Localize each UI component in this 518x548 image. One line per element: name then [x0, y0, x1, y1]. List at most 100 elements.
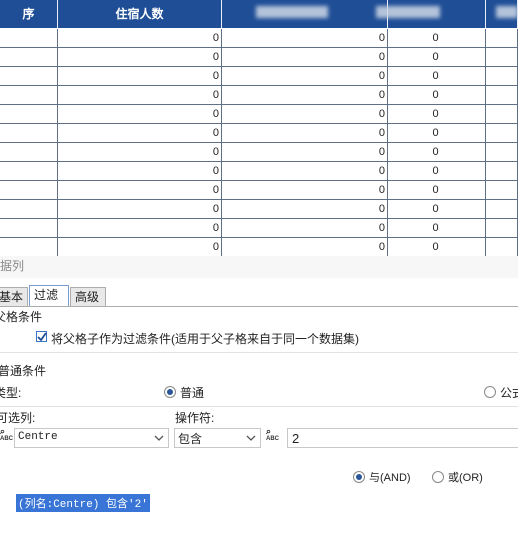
table-cell-col0[interactable]	[0, 124, 58, 142]
table-cell-lodging-count[interactable]: 0	[58, 181, 222, 199]
table-row: 000	[0, 105, 518, 124]
value-input-text: 2	[292, 431, 300, 446]
tab-advanced[interactable]: 高级	[70, 287, 106, 306]
table-cell-lodging-count[interactable]: 0	[58, 219, 222, 237]
type-label: 类型:	[0, 386, 22, 400]
table-cell-col3[interactable]: 0	[388, 29, 486, 47]
panel-title: 据列	[0, 259, 25, 273]
table-cell-col4[interactable]	[486, 162, 518, 180]
filter-panel: 据列 基本 过滤 高级 父格条件 将父格子作为过滤条件(适用于父子格来自于同一个…	[0, 256, 518, 548]
table-cell-col2[interactable]: 0	[222, 48, 388, 66]
table-row: 000	[0, 219, 518, 238]
table-cell-lodging-count[interactable]: 0	[58, 200, 222, 218]
column-select-value: Centre	[18, 431, 58, 443]
tab-divider	[0, 306, 518, 307]
table-cell-col2[interactable]: 0	[222, 162, 388, 180]
table-cell-col4[interactable]	[486, 105, 518, 123]
logic-radio-and-label: 与(AND)	[369, 472, 411, 484]
header-cell-col0[interactable]: 序	[0, 0, 58, 28]
table-cell-col2[interactable]: 0	[222, 200, 388, 218]
condition-expression[interactable]: (列名:Centre) 包含'2'	[16, 494, 150, 512]
table-cell-col0[interactable]	[0, 105, 58, 123]
tab-filter[interactable]: 过滤	[29, 285, 69, 307]
table-row: 000	[0, 143, 518, 162]
table-cell-col3[interactable]: 0	[388, 48, 486, 66]
table-cell-col3[interactable]: 0	[388, 67, 486, 85]
table-cell-col3[interactable]: 0	[388, 200, 486, 218]
table-cell-col0[interactable]	[0, 86, 58, 104]
normal-section-title: 普通条件	[0, 364, 47, 378]
table-cell-col0[interactable]	[0, 29, 58, 47]
logic-radio-or[interactable]	[432, 471, 444, 483]
table-cell-col3[interactable]: 0	[388, 162, 486, 180]
redacted-header	[376, 6, 440, 18]
table-cell-col2[interactable]: 0	[222, 181, 388, 199]
table-cell-col0[interactable]	[0, 200, 58, 218]
table-cell-lodging-count[interactable]: 0	[58, 29, 222, 47]
type-radio-formula[interactable]	[484, 386, 496, 398]
separator	[0, 352, 518, 353]
table-cell-col3[interactable]: 0	[388, 105, 486, 123]
table-cell-col0[interactable]	[0, 48, 58, 66]
operator-select-value: 包含	[178, 432, 203, 446]
table-cell-col4[interactable]	[486, 124, 518, 142]
table-cell-col0[interactable]	[0, 67, 58, 85]
operator-select[interactable]: 包含	[174, 428, 261, 448]
header-cell-lodging-count[interactable]: 住宿人数	[58, 0, 222, 28]
parent-filter-checkbox[interactable]	[36, 331, 47, 342]
table-cell-col0[interactable]	[0, 181, 58, 199]
table-cell-col3[interactable]: 0	[388, 124, 486, 142]
table-cell-lodging-count[interactable]: 0	[58, 67, 222, 85]
table-cell-col2[interactable]: 0	[222, 86, 388, 104]
column-label: 可选列:	[0, 411, 36, 425]
table-cell-col4[interactable]	[486, 48, 518, 66]
table-cell-col3[interactable]: 0	[388, 181, 486, 199]
table-cell-col4[interactable]	[486, 29, 518, 47]
data-grid: 序 住宿人数 000000000000000000000000000000000…	[0, 0, 518, 256]
type-radio-normal-label: 普通	[180, 386, 205, 400]
table-cell-col2[interactable]: 0	[222, 219, 388, 237]
table-cell-lodging-count[interactable]: 0	[58, 238, 222, 256]
table-cell-col2[interactable]: 0	[222, 238, 388, 256]
table-cell-col3[interactable]: 0	[388, 86, 486, 104]
table-cell-lodging-count[interactable]: 0	[58, 124, 222, 142]
table-cell-col3[interactable]: 0	[388, 238, 486, 256]
radio-dot	[167, 389, 173, 395]
value-input[interactable]: 2	[287, 428, 518, 448]
table-cell-col4[interactable]	[486, 181, 518, 199]
table-cell-col2[interactable]: 0	[222, 29, 388, 47]
table-cell-col4[interactable]	[486, 86, 518, 104]
logic-radio-and[interactable]	[353, 471, 365, 483]
table-cell-col0[interactable]	[0, 238, 58, 256]
table-cell-lodging-count[interactable]: 0	[58, 105, 222, 123]
table-cell-col0[interactable]	[0, 143, 58, 161]
table-cell-col2[interactable]: 0	[222, 143, 388, 161]
table-cell-col3[interactable]: 0	[388, 143, 486, 161]
operator-label: 操作符:	[175, 411, 215, 425]
table-cell-col4[interactable]	[486, 238, 518, 256]
table-cell-col4[interactable]	[486, 67, 518, 85]
table-row: 000	[0, 29, 518, 48]
table-cell-col0[interactable]	[0, 219, 58, 237]
table-cell-lodging-count[interactable]: 0	[58, 48, 222, 66]
tab-basic[interactable]: 基本	[0, 287, 28, 306]
table-cell-col4[interactable]	[486, 219, 518, 237]
column-select[interactable]: Centre	[14, 428, 169, 448]
table-cell-lodging-count[interactable]: 0	[58, 86, 222, 104]
table-cell-col3[interactable]: 0	[388, 219, 486, 237]
redacted-header	[496, 6, 518, 18]
type-radio-normal[interactable]	[164, 386, 176, 398]
separator	[0, 406, 518, 407]
table-cell-col4[interactable]	[486, 200, 518, 218]
table-row: 000	[0, 48, 518, 67]
table-cell-col0[interactable]	[0, 162, 58, 180]
value-type-icon[interactable]: ⌕ ABC	[266, 427, 279, 443]
table-cell-col2[interactable]: 0	[222, 124, 388, 142]
logic-radio-or-label: 或(OR)	[448, 472, 483, 484]
radio-dot	[356, 474, 362, 480]
table-cell-col2[interactable]: 0	[222, 67, 388, 85]
table-cell-col2[interactable]: 0	[222, 105, 388, 123]
table-cell-lodging-count[interactable]: 0	[58, 162, 222, 180]
table-cell-col4[interactable]	[486, 143, 518, 161]
table-cell-lodging-count[interactable]: 0	[58, 143, 222, 161]
